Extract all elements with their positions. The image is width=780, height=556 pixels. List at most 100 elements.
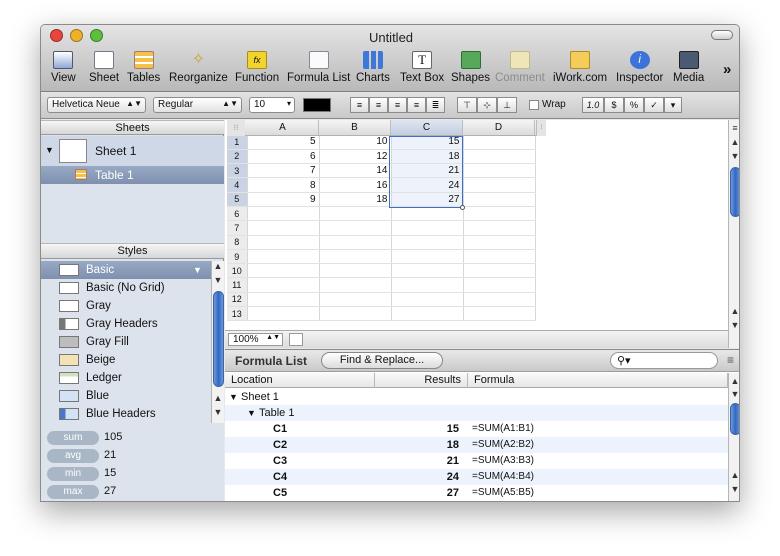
text-box-button[interactable]: T Text Box <box>400 51 444 84</box>
column-header[interactable]: C <box>391 120 463 135</box>
column-header[interactable]: A <box>247 120 319 135</box>
table-cell[interactable] <box>463 206 536 222</box>
table-item[interactable]: Table 1 <box>41 166 224 184</box>
disclosure-triangle-icon[interactable]: ▼ <box>229 389 238 405</box>
table-cell[interactable] <box>463 249 536 265</box>
row-header[interactable]: 5 <box>227 192 248 207</box>
formula-list-scrollbar[interactable]: ▲ ▼ ▲ ▼ <box>728 373 739 501</box>
row-header[interactable]: 3 <box>227 163 248 179</box>
view-button[interactable]: View <box>51 51 76 84</box>
scroll-thumb[interactable] <box>730 403 739 435</box>
media-button[interactable]: Media <box>673 51 704 84</box>
row-header[interactable]: 4 <box>227 177 248 193</box>
disclosure-triangle-icon[interactable]: ▼ <box>45 145 54 155</box>
add-column-handle[interactable]: ⁝ <box>536 120 546 136</box>
sheet-button[interactable]: Sheet <box>89 51 119 84</box>
table-cell[interactable]: 12 <box>319 149 392 165</box>
table-cell[interactable] <box>391 277 464 293</box>
row-header[interactable]: 13 <box>227 306 248 322</box>
reorganize-button[interactable]: ✧ Reorganize <box>169 51 228 84</box>
sheet-scrollbar[interactable]: ≡ ▲ ▼ ▲ ▼ <box>728 120 739 348</box>
function-button[interactable]: fx Function <box>235 51 279 84</box>
zoom-select[interactable]: 100% ▲▼ <box>228 333 283 346</box>
table-cell[interactable] <box>319 220 392 236</box>
table-cell[interactable] <box>247 292 320 308</box>
style-item[interactable]: Gray Fill <box>41 333 211 351</box>
row-header[interactable]: 6 <box>227 206 248 222</box>
row-header[interactable]: 9 <box>227 249 248 265</box>
table-cell[interactable] <box>391 292 464 308</box>
table-cell[interactable] <box>463 149 536 165</box>
align-center-button[interactable]: ≡ <box>369 97 388 113</box>
row-header[interactable]: 11 <box>227 277 248 293</box>
table-cell[interactable] <box>319 235 392 250</box>
formula-column-header[interactable]: Formula <box>468 373 728 388</box>
table-cell[interactable]: 14 <box>319 163 392 179</box>
style-item[interactable]: Gray Headers <box>41 315 211 333</box>
table-cell[interactable] <box>319 249 392 265</box>
table-cell[interactable] <box>463 220 536 236</box>
table-cell[interactable]: 8 <box>247 177 320 193</box>
table-cell[interactable] <box>463 177 536 193</box>
table-cell[interactable] <box>319 292 392 308</box>
number-format-button[interactable]: 1.0 <box>582 97 604 113</box>
style-menu-icon[interactable]: ▼ <box>193 261 202 279</box>
comment-button[interactable]: Comment <box>495 51 545 84</box>
row-header[interactable]: 2 <box>227 149 248 165</box>
fill-handle[interactable] <box>460 205 465 210</box>
table-cell[interactable] <box>463 292 536 308</box>
toolbar-overflow-button[interactable]: » <box>723 61 731 78</box>
align-left-button[interactable]: ≡ <box>350 97 369 113</box>
scroll-down-icon[interactable]: ▼ <box>729 484 739 494</box>
table-cell[interactable] <box>247 306 320 322</box>
table-cell[interactable] <box>463 277 536 293</box>
style-item[interactable]: Blue Headers <box>41 405 211 423</box>
more-formats-button[interactable]: ▾ <box>664 97 682 113</box>
column-header[interactable]: B <box>319 120 391 135</box>
valign-top-button[interactable]: ⊤ <box>457 97 477 113</box>
table-cell[interactable]: 7 <box>247 163 320 179</box>
table-cell[interactable] <box>319 206 392 222</box>
style-item[interactable]: Basic ▼ <box>41 261 211 279</box>
table-handle-icon[interactable]: ⁝⁝ <box>227 120 245 136</box>
scroll-down-icon[interactable]: ▼ <box>729 151 739 161</box>
align-justify-button[interactable]: ≡ <box>407 97 426 113</box>
currency-format-button[interactable]: $ <box>604 97 624 113</box>
split-icon[interactable]: ≡ <box>727 353 734 367</box>
valign-middle-button[interactable]: ⊹ <box>477 97 497 113</box>
formula-group-table[interactable]: ▼ Table 1 <box>225 405 728 421</box>
font-style-select[interactable]: Regular ▲▼ <box>153 97 242 113</box>
row-header[interactable]: 10 <box>227 263 248 279</box>
scroll-up-icon[interactable]: ▲ <box>729 376 739 386</box>
formula-list-button[interactable]: Formula List <box>287 51 350 84</box>
table-cell[interactable] <box>463 306 536 322</box>
table-cell[interactable] <box>463 135 536 150</box>
style-item[interactable]: Beige <box>41 351 211 369</box>
table-cell[interactable] <box>463 192 536 207</box>
align-auto-button[interactable]: ≣ <box>426 97 445 113</box>
formula-row[interactable]: C5 27 =SUM(A5:B5) <box>225 485 728 501</box>
checkbox-format-button[interactable]: ✓ <box>644 97 664 113</box>
table-cell[interactable] <box>463 263 536 279</box>
scroll-down-icon[interactable]: ▼ <box>729 320 739 330</box>
sheet-canvas[interactable]: 1 5 10 15 2 6 12 18 3 7 14 21 4 8 16 24 5 9 18 27 6 7 8 9 10 11 12… <box>225 120 739 348</box>
results-column-header[interactable]: Results <box>375 373 468 388</box>
styles-scrollbar[interactable]: ▲ ▼ ▲ ▼ <box>211 261 224 423</box>
scroll-up-icon[interactable]: ▲ <box>212 393 224 403</box>
formula-search-field[interactable]: ⚲▾ <box>610 352 718 369</box>
style-item[interactable]: Basic (No Grid) <box>41 279 211 297</box>
table-cell[interactable] <box>319 263 392 279</box>
table-cell[interactable] <box>247 277 320 293</box>
table-cell[interactable] <box>391 220 464 236</box>
table-cell[interactable] <box>391 235 464 250</box>
table-cell[interactable]: 10 <box>319 135 392 150</box>
table-cell[interactable] <box>319 277 392 293</box>
table-cell[interactable] <box>247 249 320 265</box>
table-cell[interactable] <box>247 235 320 250</box>
scroll-down-icon[interactable]: ▼ <box>212 407 224 417</box>
scroll-up-icon[interactable]: ▲ <box>212 261 224 271</box>
table-cell[interactable] <box>391 249 464 265</box>
scroll-up-icon[interactable]: ▲ <box>729 137 739 147</box>
charts-button[interactable]: Charts <box>356 51 390 84</box>
find-replace-button[interactable]: Find & Replace... <box>321 352 443 369</box>
